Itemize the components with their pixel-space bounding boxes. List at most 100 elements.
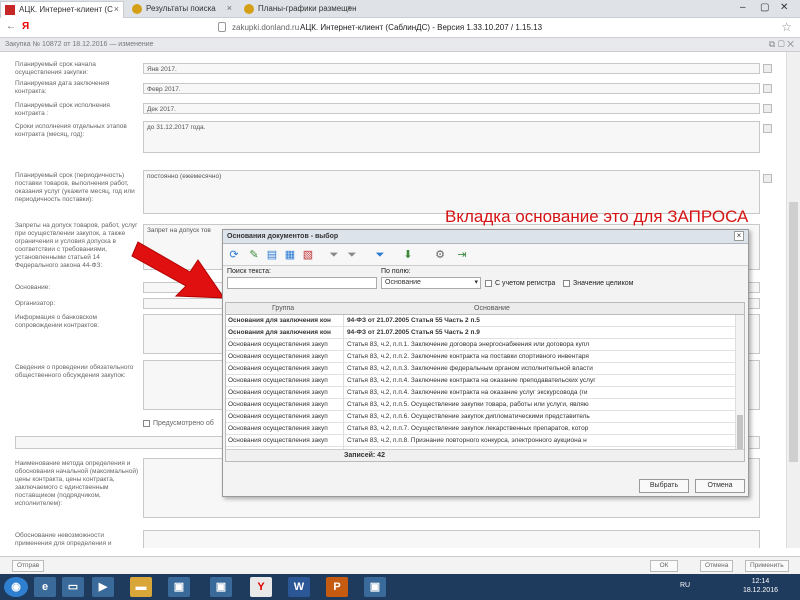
cell-basis: Статья 83, ч.2, п.п.6. Осуществление зак… bbox=[347, 413, 590, 420]
add-icon[interactable]: ▤ bbox=[265, 248, 279, 262]
send-button[interactable]: Отправ bbox=[12, 560, 45, 572]
table-row[interactable]: Основания осуществления закупСтатья 83, … bbox=[226, 375, 744, 387]
select-button[interactable] bbox=[763, 64, 772, 73]
cancel-button[interactable]: Отмена bbox=[700, 560, 734, 572]
table-row[interactable]: Основания для заключения кон 94-ФЗ от 21.… bbox=[226, 315, 744, 327]
dialog-titlebar: Основания документов - выбор × bbox=[223, 230, 748, 244]
field-label: Планируемый срок начала осуществления за… bbox=[15, 61, 96, 76]
scrollbar-thumb[interactable] bbox=[789, 202, 798, 462]
edit-icon[interactable]: ✎ bbox=[247, 248, 261, 262]
field-label: Основание: bbox=[15, 284, 51, 291]
table-row[interactable]: Основания осуществления закупСтатья 83, … bbox=[226, 351, 744, 363]
exit-icon[interactable]: ⇥ bbox=[455, 248, 469, 262]
column-header-group[interactable]: Группа bbox=[272, 305, 294, 312]
app-icon[interactable]: ▣ bbox=[364, 577, 386, 597]
refresh-icon[interactable]: ⟳ bbox=[227, 248, 241, 262]
by-field-select[interactable]: Основание ▾ bbox=[381, 277, 481, 289]
table-row[interactable]: Основания для заключения кон 94-ФЗ от 21.… bbox=[226, 327, 744, 339]
table-row[interactable]: Основания осуществления закупСтатья 83, … bbox=[226, 387, 744, 399]
cell-basis: Статья 83, ч.2, п.п.5. Осуществление зак… bbox=[347, 401, 589, 408]
close-icon[interactable]: × bbox=[227, 3, 232, 13]
back-arrow-icon[interactable]: ← bbox=[6, 21, 16, 32]
apply-button[interactable]: Применить bbox=[745, 560, 789, 572]
table-row[interactable]: Основания осуществления закупСтатья 83, … bbox=[226, 423, 744, 435]
whole-value-checkbox[interactable] bbox=[563, 280, 570, 287]
window-close-icon[interactable]: ✕ bbox=[780, 2, 788, 13]
app-icon[interactable]: ▣ bbox=[168, 577, 190, 597]
windows-taskbar: ◉ e ▭ ▶ ▬ ▣ ▣ Y W P ▣ RU 12:14 18.12.201… bbox=[0, 574, 800, 600]
ack-favicon-icon bbox=[5, 5, 15, 15]
cell-group: Основания осуществления закуп bbox=[226, 423, 344, 435]
ok-button[interactable]: ОК bbox=[650, 560, 678, 572]
funnel-icon[interactable]: ⏷ bbox=[373, 248, 387, 262]
copy-icon[interactable]: ▦ bbox=[283, 248, 297, 262]
document-title: Закупка № 10872 от 18.12.2016 — изменени… bbox=[5, 41, 154, 48]
address-bar: ← Я zakupki.donland.ru АЦК. Интернет-кли… bbox=[0, 18, 800, 38]
close-icon[interactable]: × bbox=[347, 3, 352, 13]
bookmark-star-icon[interactable]: ☆ bbox=[781, 20, 792, 34]
emblem-favicon-icon bbox=[244, 4, 254, 14]
filter-clear-icon[interactable]: ⏷ bbox=[345, 248, 359, 262]
select-button[interactable] bbox=[763, 104, 772, 113]
chevron-down-icon[interactable]: ▾ bbox=[474, 278, 478, 286]
tab-ack-client[interactable]: АЦК. Интернет-клиент (С × bbox=[0, 1, 124, 18]
grid-footer: Записей: 42 bbox=[226, 449, 744, 461]
scrollbar-thumb[interactable] bbox=[737, 415, 743, 451]
execution-date-field[interactable]: Дек 2017. bbox=[143, 103, 760, 114]
justification-field[interactable] bbox=[143, 530, 760, 548]
yandex-back-label[interactable]: Я bbox=[22, 21, 29, 32]
maximize-icon[interactable]: ▢ bbox=[760, 2, 769, 13]
close-icon[interactable]: × bbox=[734, 231, 744, 241]
word-icon[interactable]: W bbox=[288, 577, 310, 597]
export-icon[interactable]: ⬇ bbox=[401, 248, 415, 262]
url-text[interactable]: zakupki.donland.ru bbox=[232, 23, 299, 32]
search-input[interactable] bbox=[227, 277, 377, 289]
tab-plan-schedules[interactable]: Планы-графики размещени × bbox=[240, 1, 356, 18]
delete-icon[interactable]: ▧ bbox=[301, 248, 315, 262]
app-icon[interactable]: ▣ bbox=[210, 577, 232, 597]
stages-field[interactable]: до 31.12.2017 года. bbox=[143, 121, 760, 153]
start-date-field[interactable]: Янв 2017. bbox=[143, 63, 760, 74]
taskbar-clock[interactable]: 12:14 18.12.2016 bbox=[743, 577, 778, 595]
select-button[interactable] bbox=[763, 84, 772, 93]
folder-icon[interactable]: ▬ bbox=[130, 577, 152, 597]
case-checkbox[interactable] bbox=[485, 280, 492, 287]
form-scrollbar[interactable] bbox=[786, 52, 800, 548]
language-indicator[interactable]: RU bbox=[680, 582, 690, 589]
field-label: Сроки исполнения отдельных этапов контра… bbox=[15, 123, 127, 138]
explorer-icon[interactable]: ▭ bbox=[62, 577, 84, 597]
close-icon[interactable]: × bbox=[114, 4, 119, 14]
media-icon[interactable]: ▶ bbox=[92, 577, 114, 597]
table-row[interactable]: Основания осуществления закупСтатья 83, … bbox=[226, 399, 744, 411]
provision-checkbox[interactable] bbox=[143, 420, 150, 427]
select-button[interactable] bbox=[763, 174, 772, 183]
start-button-icon[interactable]: ◉ bbox=[4, 577, 28, 597]
field-label: Информация о банковском сопровождении ко… bbox=[15, 314, 100, 329]
grid-scrollbar[interactable] bbox=[735, 315, 744, 461]
table-row[interactable]: Основания осуществления закупСтатья 83, … bbox=[226, 339, 744, 351]
select-button[interactable] bbox=[763, 124, 772, 133]
column-header-basis[interactable]: Основание bbox=[474, 305, 510, 312]
header-window-icons[interactable]: ⧉ ▢ ✕ bbox=[769, 39, 794, 50]
contract-date-field[interactable]: Февр 2017. bbox=[143, 83, 760, 94]
yandex-browser-icon[interactable]: Y bbox=[250, 577, 272, 597]
cell-group: Основания осуществления закуп bbox=[226, 339, 344, 351]
settings-gear-icon[interactable]: ⚙ bbox=[433, 248, 447, 262]
cell-basis: 94-ФЗ от 21.07.2005 Статья 55 Часть 2 п.… bbox=[347, 317, 480, 324]
basis-select-dialog: Основания документов - выбор × ⟳ ✎ ▤ ▦ ▧… bbox=[222, 229, 749, 497]
select-button[interactable]: Выбрать bbox=[639, 479, 689, 493]
cancel-button[interactable]: Отмена bbox=[695, 479, 745, 493]
tab-search-results[interactable]: Результаты поиска × bbox=[128, 1, 236, 18]
field-label: Планируемая дата заключения контракта: bbox=[15, 80, 110, 95]
minimize-icon[interactable]: – bbox=[740, 2, 746, 13]
red-arrow-icon bbox=[131, 241, 225, 299]
table-row[interactable]: Основания осуществления закупСтатья 83, … bbox=[226, 435, 744, 447]
table-row[interactable]: Основания осуществления закупСтатья 83, … bbox=[226, 363, 744, 375]
ie-icon[interactable]: e bbox=[34, 577, 56, 597]
cell-group: Основания осуществления закуп bbox=[226, 363, 344, 375]
basis-grid: Группа Основание Основания для заключени… bbox=[225, 302, 745, 462]
records-count: Записей: 42 bbox=[344, 452, 385, 459]
powerpoint-icon[interactable]: P bbox=[326, 577, 348, 597]
table-row[interactable]: Основания осуществления закупСтатья 83, … bbox=[226, 411, 744, 423]
filter-icon[interactable]: ⏷ bbox=[327, 248, 341, 262]
